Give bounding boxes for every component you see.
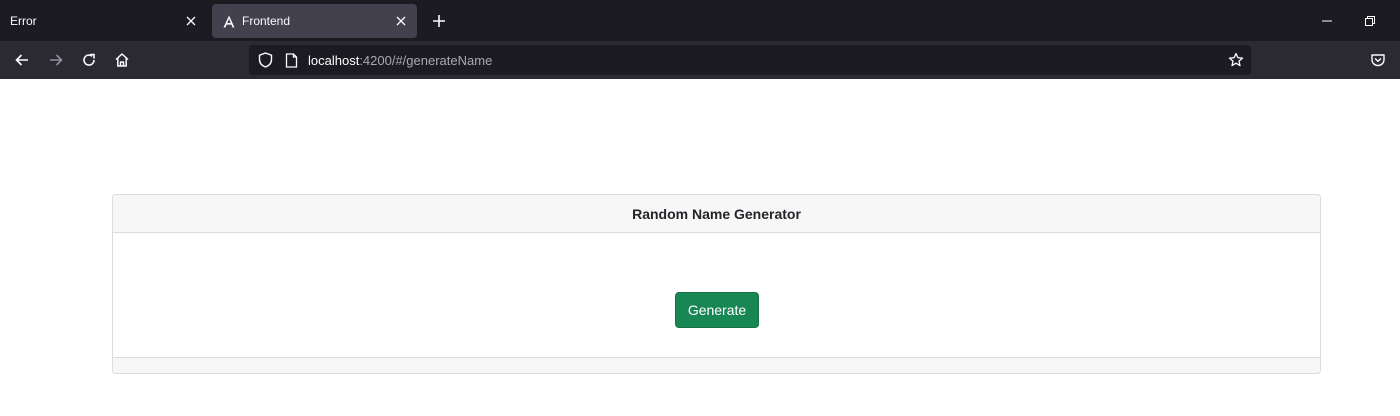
- name-generator-card: Random Name Generator Generate: [112, 194, 1321, 374]
- card-title: Random Name Generator: [113, 195, 1320, 233]
- bookmark-star-icon[interactable]: [1227, 51, 1245, 69]
- generate-button[interactable]: Generate: [675, 292, 759, 328]
- tab-error[interactable]: Error: [0, 4, 207, 38]
- card-footer: [113, 357, 1320, 373]
- close-tab-icon[interactable]: [389, 9, 413, 33]
- tab-frontend[interactable]: Frontend: [212, 4, 417, 38]
- minimize-icon[interactable]: [1312, 8, 1342, 34]
- card-body: Generate: [113, 233, 1320, 357]
- angular-favicon-icon: [222, 14, 236, 28]
- shield-icon[interactable]: [256, 51, 274, 69]
- page-content: Random Name Generator Generate: [0, 79, 1400, 416]
- pocket-icon[interactable]: [1364, 46, 1392, 74]
- close-tab-icon[interactable]: [179, 9, 203, 33]
- url-bar[interactable]: localhost:4200/#/generateName: [249, 45, 1251, 75]
- restore-window-icon[interactable]: [1355, 8, 1385, 34]
- forward-arrow-icon[interactable]: [42, 46, 70, 74]
- back-arrow-icon[interactable]: [8, 46, 36, 74]
- tab-label: Frontend: [242, 14, 291, 28]
- home-icon[interactable]: [108, 46, 136, 74]
- tab-bar: Error Frontend: [0, 0, 1400, 41]
- nav-bar: localhost:4200/#/generateName: [0, 41, 1400, 79]
- reload-icon[interactable]: [75, 46, 103, 74]
- tab-label: Error: [10, 14, 37, 28]
- url-host: localhost: [308, 52, 360, 68]
- new-tab-plus-icon[interactable]: [426, 8, 452, 34]
- page-info-icon[interactable]: [282, 51, 300, 69]
- url-text[interactable]: localhost:4200/#/generateName: [308, 53, 492, 68]
- url-path: :4200/#/generateName: [359, 52, 493, 68]
